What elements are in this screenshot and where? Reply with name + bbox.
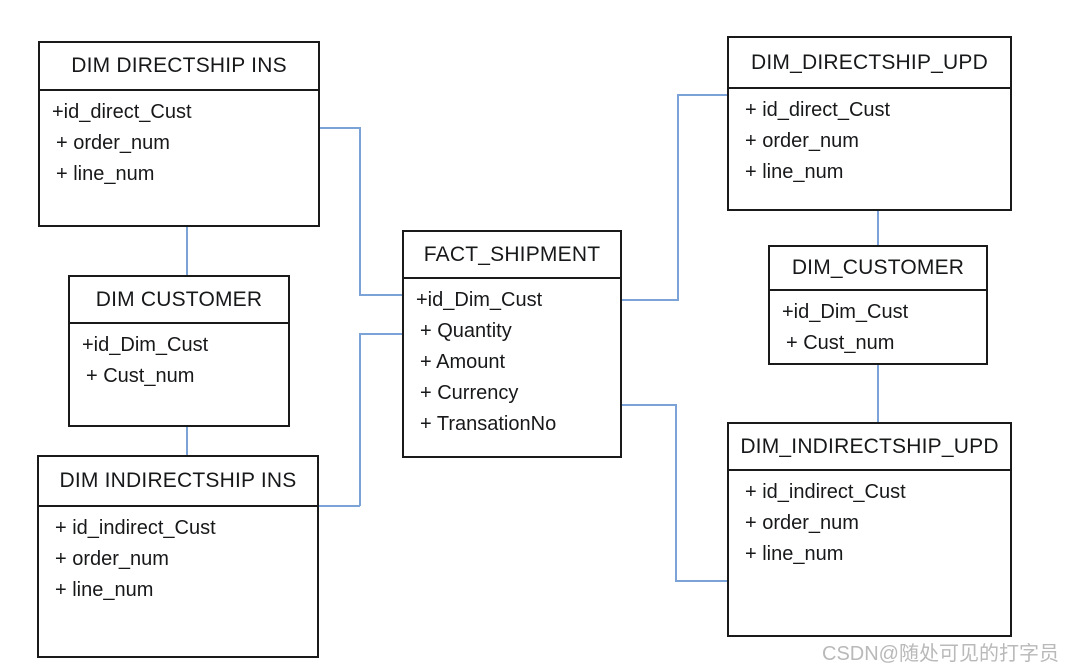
- field-row: + Amount: [420, 351, 506, 373]
- erd-canvas: DIM DIRECTSHIP INS +id_direct_Cust + order…: [0, 0, 1068, 669]
- entity-title-dim-indirectship-ins: DIM INDIRECTSHIP INS: [39, 457, 317, 507]
- entity-fields-dim-directship-upd: + id_direct_Cust + order_num + line_num: [729, 89, 1010, 188]
- field-row: + Cust_num: [86, 365, 195, 387]
- field-row: + id_indirect_Cust: [55, 517, 216, 539]
- field-row: +id_Dim_Cust: [82, 334, 209, 356]
- entity-dim-customer-right[interactable]: DIM_CUSTOMER +id_Dim_Cust + Cust_num: [768, 245, 988, 365]
- entity-dim-directship-ins[interactable]: DIM DIRECTSHIP INS +id_direct_Cust + order…: [38, 41, 320, 227]
- field-row: + line_num: [745, 161, 844, 183]
- field-row: +id_Dim_Cust: [782, 301, 909, 323]
- field-row: + Quantity: [420, 320, 512, 342]
- connector-fact-to-directship-upd-seg2: [677, 94, 679, 300]
- entity-fields-dim-indirectship-ins: + id_indirect_Cust + order_num + line_num: [39, 507, 317, 606]
- entity-fields-dim-customer-right: +id_Dim_Cust + Cust_num: [770, 291, 986, 359]
- entity-title-dim-directship-upd: DIM_DIRECTSHIP_UPD: [729, 38, 1010, 89]
- field-row: + line_num: [56, 163, 155, 185]
- watermark-text: CSDN@随处可见的打字员: [822, 643, 1059, 665]
- connector-directship-ins-to-fact-seg2: [359, 127, 361, 295]
- entity-dim-directship-upd[interactable]: DIM_DIRECTSHIP_UPD + id_direct_Cust + orde…: [727, 36, 1012, 211]
- connector-fact-to-directship-upd-seg3: [677, 94, 728, 96]
- connector-directship-ins-to-fact-seg3: [359, 294, 403, 296]
- field-row: + line_num: [55, 579, 154, 601]
- field-row: +id_direct_Cust: [52, 101, 192, 123]
- field-row: + line_num: [745, 543, 844, 565]
- entity-title-dim-directship-ins: DIM DIRECTSHIP INS: [40, 43, 318, 91]
- field-row: + order_num: [55, 548, 169, 570]
- field-row: + id_direct_Cust: [745, 99, 891, 121]
- entity-fields-dim-directship-ins: +id_direct_Cust + order_num + line_num: [40, 91, 318, 190]
- entity-fact-shipment[interactable]: FACT_SHIPMENT +id_Dim_Cust + Quantity + Amo…: [402, 230, 622, 458]
- field-row: + order_num: [56, 132, 170, 154]
- field-row: + Cust_num: [786, 332, 895, 354]
- entity-fields-dim-indirectship-upd: + id_indirect_Cust + order_num + line_num: [729, 471, 1010, 570]
- connector-indirectship-ins-to-fact-seg3: [359, 333, 403, 335]
- entity-dim-indirectship-ins[interactable]: DIM INDIRECTSHIP INS + id_indirect_Cust + …: [37, 455, 319, 658]
- entity-title-dim-customer-left: DIM CUSTOMER: [70, 277, 288, 324]
- entity-title-fact-shipment: FACT_SHIPMENT: [404, 232, 620, 279]
- connector-customer-right-to-indirectship-upd-seg1: [877, 364, 879, 423]
- entity-dim-indirectship-upd[interactable]: DIM_INDIRECTSHIP_UPD + id_indirect_Cust + …: [727, 422, 1012, 637]
- field-row: + order_num: [745, 130, 859, 152]
- entity-dim-customer-left[interactable]: DIM CUSTOMER +id_Dim_Cust + Cust_num: [68, 275, 290, 427]
- connector-fact-to-directship-upd-seg1: [622, 299, 679, 301]
- connector-fact-to-indirectship-upd-seg3: [675, 580, 728, 582]
- connector-fact-to-indirectship-upd-seg1: [622, 404, 677, 406]
- connector-fact-to-indirectship-upd-seg2: [675, 404, 677, 581]
- connector-indirectship-ins-to-fact-seg1: [319, 505, 360, 507]
- field-row: + id_indirect_Cust: [745, 481, 906, 503]
- field-row: + TransationNo: [420, 413, 557, 435]
- connector-indirectship-ins-to-fact-seg2: [359, 333, 361, 506]
- entity-fields-fact-shipment: +id_Dim_Cust + Quantity + Amount + Currency…: [404, 279, 620, 440]
- field-row: + Currency: [420, 382, 519, 404]
- connector-directship-ins-to-fact-seg1: [320, 127, 360, 129]
- field-row: +id_Dim_Cust: [416, 289, 543, 311]
- field-row: + order_num: [745, 512, 859, 534]
- entity-title-dim-customer-right: DIM_CUSTOMER: [770, 247, 986, 291]
- connector-directship-upd-to-customer-right-seg1: [877, 210, 879, 246]
- connector-directship-ins-to-customer-left-seg1: [186, 226, 188, 276]
- entity-title-dim-indirectship-upd: DIM_INDIRECTSHIP_UPD: [729, 424, 1010, 471]
- entity-fields-dim-customer-left: +id_Dim_Cust + Cust_num: [70, 324, 288, 392]
